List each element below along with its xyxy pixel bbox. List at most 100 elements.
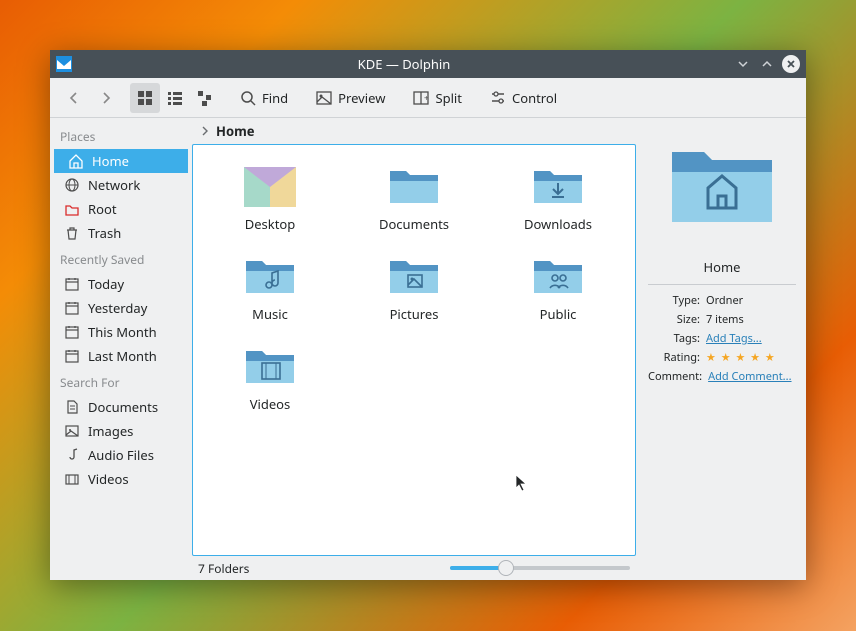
file-item-pictures[interactable]: Pictures: [359, 251, 469, 323]
split-button[interactable]: + Split: [405, 85, 470, 111]
status-text: 7 Folders: [198, 560, 249, 577]
info-rating-key: Rating:: [648, 350, 700, 365]
sidebar-item-last-month[interactable]: Last Month: [50, 344, 190, 368]
slider-handle[interactable]: [498, 560, 514, 576]
chevron-down-icon: [737, 58, 749, 70]
sidebar-item-label: Audio Files: [88, 446, 154, 464]
preview-icon: [316, 90, 332, 106]
folder-icon: [386, 251, 442, 299]
sidebar-item-label: Documents: [88, 398, 158, 416]
file-label: Downloads: [524, 215, 592, 233]
file-item-music[interactable]: Music: [215, 251, 325, 323]
main-panel: Home Desktop Documents Downloads Music Pictu…: [190, 118, 638, 580]
file-item-desktop[interactable]: Desktop: [215, 161, 325, 233]
sidebar-item-root[interactable]: Root: [50, 197, 190, 221]
close-button[interactable]: [782, 55, 800, 73]
breadcrumb[interactable]: Home: [192, 118, 636, 144]
folder-home-icon: [664, 130, 780, 230]
forward-button[interactable]: [92, 84, 120, 112]
titlebar: KDE — Dolphin: [50, 50, 806, 78]
sidebar-item-label: Last Month: [88, 347, 157, 365]
preview-button[interactable]: Preview: [308, 85, 393, 111]
sidebar-item-home[interactable]: Home: [54, 149, 188, 173]
folder-icon: [530, 161, 586, 209]
file-manager-window: KDE — Dolphin: [50, 50, 806, 580]
sidebar-item-label: Today: [88, 275, 124, 293]
info-size-value: 7 items: [706, 312, 796, 327]
info-tags-key: Tags:: [648, 331, 700, 346]
breadcrumb-current: Home: [216, 122, 255, 140]
app-icon: [56, 56, 72, 72]
control-button[interactable]: Control: [482, 85, 565, 111]
preview-label: Preview: [338, 89, 385, 107]
sidebar-item-label: Root: [88, 200, 117, 218]
file-item-public[interactable]: Public: [503, 251, 613, 323]
file-label: Music: [252, 305, 288, 323]
file-view[interactable]: Desktop Documents Downloads Music Pictures Pu…: [192, 144, 636, 556]
document-icon: [64, 399, 80, 415]
sidebar-item-label: Yesterday: [88, 299, 147, 317]
back-button[interactable]: [60, 84, 88, 112]
minimize-button[interactable]: [758, 55, 776, 73]
root-icon: [64, 201, 80, 217]
sidebar-item-network[interactable]: Network: [50, 173, 190, 197]
sidebar-item-label: This Month: [88, 323, 157, 341]
trash-icon: [64, 225, 80, 241]
close-icon: [786, 59, 796, 69]
zoom-slider[interactable]: [450, 566, 630, 570]
sidebar-item-audio-files[interactable]: Audio Files: [50, 443, 190, 467]
details-view-button[interactable]: [190, 83, 220, 113]
audio-icon: [64, 447, 80, 463]
add-tags-link[interactable]: Add Tags...: [706, 331, 796, 346]
folder-icon: [242, 341, 298, 389]
desktop-folder-icon: [242, 161, 298, 209]
icon-view-button[interactable]: [130, 83, 160, 113]
calendar-icon: [64, 276, 80, 292]
find-button[interactable]: Find: [232, 85, 296, 111]
file-label: Desktop: [245, 215, 296, 233]
dropdown-button[interactable]: [734, 55, 752, 73]
window-title: KDE — Dolphin: [80, 55, 728, 73]
section-recent-header: Recently Saved: [50, 245, 190, 272]
sidebar-item-images[interactable]: Images: [50, 419, 190, 443]
arrow-right-icon: [99, 91, 113, 105]
sidebar-item-yesterday[interactable]: Yesterday: [50, 296, 190, 320]
information-panel: Home Type:Ordner Size:7 items Tags:Add T…: [638, 118, 806, 580]
toolbar: Find Preview + Split Control: [50, 78, 806, 118]
file-label: Videos: [250, 395, 291, 413]
info-comment-key: Comment:: [648, 369, 702, 384]
arrow-left-icon: [67, 91, 81, 105]
rating-stars[interactable]: ★ ★ ★ ★ ★: [706, 350, 796, 365]
add-comment-link[interactable]: Add Comment...: [708, 369, 796, 384]
file-label: Documents: [379, 215, 449, 233]
sidebar-item-videos[interactable]: Videos: [50, 467, 190, 491]
list-icon: [167, 90, 183, 106]
sidebar-item-label: Trash: [88, 224, 121, 242]
section-places-header: Places: [50, 122, 190, 149]
image-icon: [64, 423, 80, 439]
home-icon: [68, 153, 84, 169]
file-item-downloads[interactable]: Downloads: [503, 161, 613, 233]
calendar-icon: [64, 348, 80, 364]
sidebar-item-today[interactable]: Today: [50, 272, 190, 296]
folder-icon: [242, 251, 298, 299]
file-item-videos[interactable]: Videos: [215, 341, 325, 413]
compact-view-button[interactable]: [160, 83, 190, 113]
video-icon: [64, 471, 80, 487]
info-type-key: Type:: [648, 293, 700, 308]
file-label: Pictures: [390, 305, 439, 323]
sidebar-item-trash[interactable]: Trash: [50, 221, 190, 245]
chevron-right-icon: [200, 126, 210, 136]
split-icon: +: [413, 90, 429, 106]
chevron-up-icon: [761, 58, 773, 70]
sidebar-item-label: Home: [92, 152, 129, 170]
calendar-icon: [64, 324, 80, 340]
sidebar-item-documents[interactable]: Documents: [50, 395, 190, 419]
info-name: Home: [648, 258, 796, 285]
file-item-documents[interactable]: Documents: [359, 161, 469, 233]
sidebar-item-this-month[interactable]: This Month: [50, 320, 190, 344]
folder-icon: [530, 251, 586, 299]
control-label: Control: [512, 89, 557, 107]
split-label: Split: [435, 89, 462, 107]
network-icon: [64, 177, 80, 193]
